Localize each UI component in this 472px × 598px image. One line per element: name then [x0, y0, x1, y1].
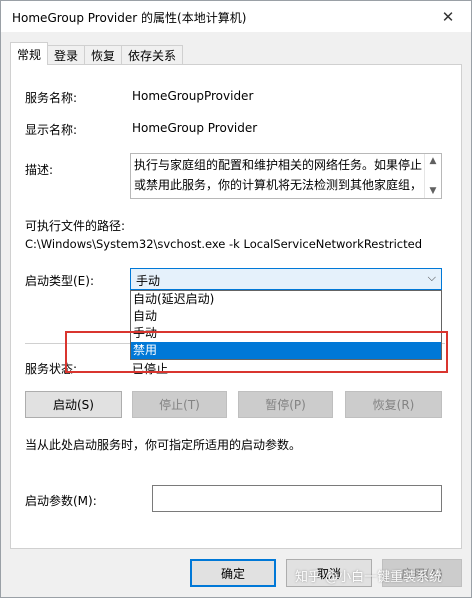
description-label: 描述: [25, 163, 54, 177]
exe-path-value: C:\Windows\System32\svchost.exe -k Local… [25, 237, 423, 251]
stop-button[interactable]: 停止(T) [132, 391, 227, 418]
properties-dialog: HomeGroup Provider 的属性(本地计算机) ✕ 常规 登录 恢复… [0, 0, 472, 598]
chevron-down-icon: ⌵ [427, 271, 436, 284]
scroll-down-icon[interactable]: ▼ [425, 184, 441, 198]
title-bar: HomeGroup Provider 的属性(本地计算机) ✕ [1, 1, 471, 32]
service-name-value: HomeGroupProvider [132, 89, 254, 103]
tab-recovery[interactable]: 恢复 [84, 45, 123, 65]
description-line: 执行与家庭组的配置和维护相关的网络任务。如果停止 [134, 158, 423, 172]
display-name-label: 显示名称: [25, 123, 78, 137]
exe-path-label: 可执行文件的路径: [25, 219, 126, 233]
ok-button[interactable]: 确定 [190, 559, 276, 587]
service-name-label: 服务名称: [25, 91, 78, 105]
description-box[interactable]: 执行与家庭组的配置和维护相关的网络任务。如果停止 或禁用此服务，你的计算机将无法… [130, 153, 442, 199]
startup-type-label: 启动类型(E): [25, 274, 94, 288]
tab-strip: 常规 登录 恢复 依存关系 [10, 42, 184, 65]
resume-button[interactable]: 恢复(R) [345, 391, 442, 418]
tab-dependencies[interactable]: 依存关系 [121, 45, 184, 65]
start-params-input[interactable] [152, 485, 442, 512]
tab-logon[interactable]: 登录 [47, 45, 86, 65]
window-title: HomeGroup Provider 的属性(本地计算机) [12, 11, 247, 25]
general-panel: 服务名称: HomeGroupProvider 显示名称: HomeGroup … [10, 64, 462, 549]
start-params-hint: 当从此处启动服务时，你可指定所适用的启动参数。 [25, 438, 302, 452]
scroll-up-icon[interactable]: ▲ [425, 154, 441, 168]
tab-general[interactable]: 常规 [10, 42, 49, 65]
description-scrollbar[interactable]: ▲ ▼ [424, 154, 441, 198]
start-params-label: 启动参数(M): [25, 494, 97, 508]
startup-type-value: 手动 [136, 274, 161, 288]
pause-button[interactable]: 暂停(P) [238, 391, 333, 418]
option-auto[interactable]: 自动 [131, 308, 441, 325]
description-text: 执行与家庭组的配置和维护相关的网络任务。如果停止 或禁用此服务，你的计算机将无法… [134, 155, 424, 195]
watermark-text: 知乎 @小白一键重装系统 [295, 570, 443, 585]
description-line: 或禁用此服务，你的计算机将无法检测到其他家庭组， [134, 178, 423, 192]
annotation-highlight-box [65, 331, 448, 373]
display-name-value: HomeGroup Provider [132, 121, 258, 135]
option-auto-delayed[interactable]: 自动(延迟启动) [131, 291, 441, 308]
start-button[interactable]: 启动(S) [25, 391, 122, 418]
close-icon[interactable]: ✕ [425, 1, 471, 32]
startup-type-select[interactable]: 手动 ⌵ [130, 268, 442, 290]
